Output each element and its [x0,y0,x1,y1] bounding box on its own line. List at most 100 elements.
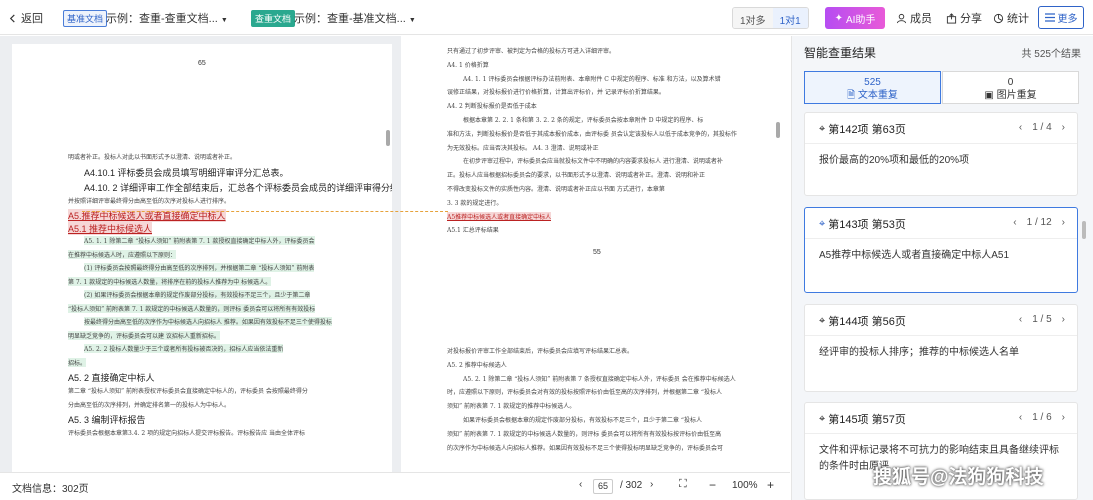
document-line: 正。投标人应当根据招标委员会的要求，以书面形式予以澄清、说明或者补正。澄清、说明… [447,172,706,180]
mode-one-to-one[interactable]: 1对1 [772,8,808,28]
total-pages: / 302 [620,480,643,491]
result-pager: ‹ 1 / 6 › [1019,412,1065,423]
user-icon [896,13,907,23]
document-line: 在推荐中标候选人时，应遵照以下原则： [68,249,177,259]
document-line: A5. 2 直接确定中标人 [68,373,155,383]
document-icon: 🗎 [847,90,856,101]
more-label: 更多 [1057,14,1078,25]
document-line: 明或者补正。投标人对此以书面形式予以澄清、说明或者补正。 [68,154,237,161]
result-card-title: ⌖ 第144项 第56页 [819,313,906,329]
page-number: 65 [198,60,206,67]
result-card-title: ⌖ 第142项 第63页 [819,121,906,137]
pager-text: 1 / 4 [1032,122,1052,133]
document-line: A4. 1. 1 评标委员会根据评标办法前附表、本章附件 C 中规定的程序、标准… [463,75,721,83]
document-line: 根据本章第 2. 2. 1 条和第 3. 2. 2 条的规定，评标委员会按本章附… [463,117,704,124]
base-doc-selector[interactable]: 示例：查重-查重文档... ▼ [106,10,228,26]
zoom-level: 100% [732,480,758,491]
document-line: A4.10.1 评标委员会成员填写明细评审评分汇总表。 [84,167,289,178]
document-line: A5.1 汇总评标结果 [447,226,499,234]
watermark: 搜狐号@法狗狗科技 [873,467,1044,488]
document-line: 的次序作为中标候选人向招标人推荐。如果因有效投标不足三个使得投标明显缺乏竞争的，… [447,444,724,452]
stats-icon [993,13,1004,23]
next-match-icon[interactable]: › [1062,122,1065,133]
check-document-page[interactable]: 只有通过了初步评审、被判定为合格的投标方可进入详细评审。 A4. 1 价格折算 A4… [401,36,790,472]
document-line: 3. 3 款的规定进行。 [447,199,503,207]
tab-image-duplicate[interactable]: 0 ▣ 图片重复 [942,71,1079,104]
document-line: A4.10. 2 详细评审工作全部结束后，汇总各个评标委员会成员的详细评审得分结… [84,182,392,193]
tab-text-duplicate[interactable]: 525 🗎 文本重复 [804,71,941,104]
location-icon: ⌖ [819,217,826,230]
zoom-out-icon[interactable]: − [709,478,716,492]
next-match-icon[interactable]: › [1062,412,1065,423]
pager-text: 1 / 5 [1032,314,1052,325]
page-input[interactable]: 65 [593,479,613,494]
zoom-in-icon[interactable]: + [767,478,774,492]
members-label: 成员 [910,13,932,25]
prev-match-icon[interactable]: ‹ [1019,314,1022,325]
result-count: 共 525个结果 [1021,49,1081,60]
prev-match-icon[interactable]: ‹ [1013,217,1016,228]
back-button[interactable]: 返回 [8,10,43,26]
result-card[interactable]: ⌖ 第142项 第63页 ‹ 1 / 4 › 报价最高的20%项和最低的20%项 [804,112,1078,196]
document-line: A4. 1 价格折算 [447,61,489,69]
next-page-icon[interactable]: › [650,479,653,490]
share-button[interactable]: 分享 [946,10,982,26]
document-line: A5推荐中标候选人或者直接确定中标人 [447,211,552,221]
image-icon: ▣ [984,90,994,101]
left-scrollbar[interactable] [386,130,390,146]
compare-mode-toggle: 1对多 1对1 [732,7,809,29]
result-title-text: 第143项 第53页 [828,219,906,231]
prev-match-icon[interactable]: ‹ [1019,412,1022,423]
base-doc-tag: 基准文档 [63,10,108,27]
ai-label: AI助手 [845,14,876,26]
check-doc-selector[interactable]: 示例：查重-基准文档... ▼ [294,10,416,26]
next-match-icon[interactable]: › [1062,217,1065,228]
document-line: 按最终得分由高至低的次序作为中标候选人向招标人 推荐。如果因有效投标不足三个使得… [84,317,332,326]
result-card-title: ⌖ 第143项 第53页 [819,216,906,232]
divider [805,143,1077,144]
members-button[interactable]: 成员 [896,10,932,26]
pager-text: 1 / 12 [1026,217,1052,228]
document-line: 须知” 前附表第 7. 1 款规定的中标候选人数量的，则评标 委员会可以将所有有… [447,430,722,438]
chevron-down-icon: ▼ [220,17,228,24]
ai-assistant-button[interactable]: ✦ AI助手 [825,7,885,29]
stats-button[interactable]: 统计 [993,10,1029,26]
result-card[interactable]: ⌖ 第144项 第56页 ‹ 1 / 5 › 经评审的投标人排序；推荐的中标候选人名单 [804,304,1078,392]
document-line: 第 7. 1 款规定的中标候选人数量，将排序在前的投标人推荐为中 标候选人。 [68,276,272,286]
page-number: 55 [593,249,601,256]
document-line: 评标委员会根据本章第3.4. 2 项的规定向招标人提交评标报告。评标报告应 当由… [68,430,305,437]
result-pager: ‹ 1 / 12 › [1013,217,1065,228]
document-line: “投标人须知” 前附表第 7. 1 款规定的中标候选人数量的，则评标 委员会可以… [68,303,316,313]
document-line: 准和方法，判断投标报价是否低于其成本报价成本，由评标委 员会认定该投标人以低于成… [447,130,737,138]
result-card-selected[interactable]: ⌖ 第143项 第53页 ‹ 1 / 12 › A5推荐中标候选人或者直接确定中标人A… [804,207,1078,293]
document-line: (1) 评标委员会按照最终得分由高至低的次序排列，并根据第二章 “投标人须知” … [84,263,315,272]
prev-match-icon[interactable]: ‹ [1019,122,1022,133]
check-doc-name: 示例：查重-基准文档... [294,13,406,25]
share-label: 分享 [960,13,982,25]
fit-screen-icon[interactable]: ⛶ [679,478,687,491]
mode-one-to-many[interactable]: 1对多 [733,8,773,28]
base-doc-name: 示例：查重-查重文档... [106,13,218,25]
menu-icon [1044,13,1055,22]
right-scrollbar[interactable] [776,122,780,138]
result-snippet: 报价最高的20%项和最低的20%项 [819,155,970,166]
prev-page-icon[interactable]: ‹ [579,479,582,490]
document-line: A5. 2. 1 除第二章 “投标人须知” 前附表第 7 条授权直接确定中标人外… [463,375,736,383]
share-icon [946,12,957,24]
location-icon: ⌖ [819,122,826,135]
panel-scrollbar[interactable] [1082,221,1086,239]
document-line: 误修正结果，对投标报价进行价格折算，计算出评标价，并 记录评标价折算结果。 [447,89,665,97]
document-line: 对投标报价评审工作全部结束后，评标委员会应填写评标结果汇总表。 [447,348,634,355]
pager-text: 1 / 6 [1032,412,1052,423]
chevron-down-icon: ▼ [408,17,416,24]
next-match-icon[interactable]: › [1062,314,1065,325]
check-doc-tag: 查重文档 [251,10,296,27]
location-icon: ⌖ [819,314,826,327]
base-document-page[interactable]: 65 明或者补正。投标人对此以书面形式予以澄清、说明或者补正。 A4.10.1 评… [12,44,392,472]
document-line: 并按照详细评审最终得分由高至低的次序对投标人进行排序。 [68,197,231,205]
more-button[interactable]: 更多 [1038,6,1084,29]
location-icon: ⌖ [819,412,826,425]
sparkle-icon: ✦ [834,12,843,24]
document-line: (2) 如果评标委员会根据本章的规定作废部分投标，有效投标不足三个，且少于第二章 [84,290,311,299]
document-line: A4. 2 判断投标报价是否低于成本 [447,103,537,111]
